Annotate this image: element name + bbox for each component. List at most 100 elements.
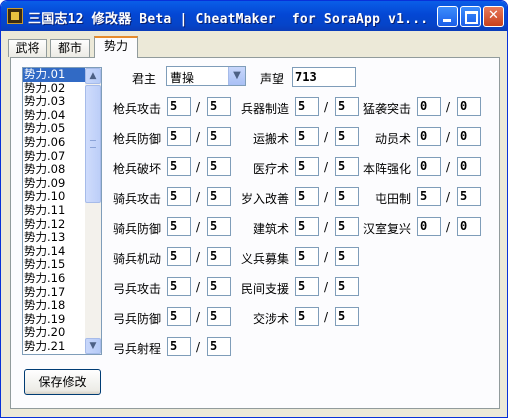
stat-label: 骑兵攻击 [112, 192, 161, 206]
stat-current-input[interactable]: 5 [295, 187, 319, 206]
stat-max-input[interactable]: 5 [207, 307, 231, 326]
title-bar[interactable]: 三国志12 修改器 Beta | CheatMaker for SoraApp … [1, 1, 507, 31]
tab-cities[interactable]: 都市 [50, 39, 90, 57]
stat-label: 本阵强化 [362, 162, 411, 176]
stat-label: 医疗术 [252, 162, 289, 176]
stat-current-input[interactable]: 5 [167, 247, 191, 266]
tab-factions[interactable]: 势力 [94, 36, 138, 58]
dropdown-arrow-icon[interactable]: ▼ [228, 67, 245, 85]
stat-label: 屯田制 [374, 192, 411, 206]
list-scrollbar[interactable]: ▲ ▼ [85, 68, 101, 354]
stat-current-input[interactable]: 5 [167, 217, 191, 236]
stat-separator: / [196, 220, 201, 234]
stat-label: 骑兵机动 [112, 252, 161, 266]
scroll-down-icon: ▼ [89, 341, 97, 351]
scroll-up-button[interactable]: ▲ [85, 68, 101, 84]
stat-separator: / [446, 130, 451, 144]
scroll-thumb[interactable] [85, 85, 101, 203]
stat-current-input[interactable]: 5 [295, 97, 319, 116]
stat-label: 建筑术 [252, 222, 289, 236]
fame-input[interactable]: 713 [292, 67, 356, 87]
maximize-button[interactable] [460, 6, 481, 27]
stat-separator: / [446, 220, 451, 234]
stat-current-input[interactable]: 5 [295, 307, 319, 326]
stat-current-input[interactable]: 0 [417, 217, 441, 236]
stat-separator: / [446, 100, 451, 114]
stat-max-input[interactable]: 0 [457, 157, 481, 176]
stat-current-input[interactable]: 5 [295, 247, 319, 266]
stat-max-input[interactable]: 5 [335, 307, 359, 326]
stat-label: 义兵募集 [240, 252, 289, 266]
stat-separator: / [324, 220, 329, 234]
stat-current-input[interactable]: 0 [417, 97, 441, 116]
stat-label: 民间支援 [240, 282, 289, 296]
stat-separator: / [446, 160, 451, 174]
stat-current-input[interactable]: 5 [295, 127, 319, 146]
stat-separator: / [324, 160, 329, 174]
stat-current-input[interactable]: 5 [295, 217, 319, 236]
stat-current-input[interactable]: 5 [417, 187, 441, 206]
stat-separator: / [196, 250, 201, 264]
lord-label: 君主 [132, 72, 157, 86]
stat-max-input[interactable]: 0 [457, 217, 481, 236]
stat-separator: / [324, 190, 329, 204]
stat-separator: / [196, 160, 201, 174]
stat-separator: / [446, 190, 451, 204]
stat-label: 弓兵射程 [112, 342, 161, 356]
stat-max-input[interactable]: 5 [207, 157, 231, 176]
close-icon: ✕ [488, 8, 499, 23]
save-button[interactable]: 保存修改 [24, 369, 101, 395]
stat-separator: / [196, 280, 201, 294]
tab-generals[interactable]: 武将 [8, 39, 47, 57]
app-icon [7, 8, 23, 24]
stat-current-input[interactable]: 5 [167, 127, 191, 146]
faction-list[interactable]: 势力.01 势力.02 势力.03 势力.04 势力.05 势力.06 势力.07 势力.08… [22, 67, 102, 355]
stat-current-input[interactable]: 0 [417, 157, 441, 176]
stat-label: 枪兵攻击 [112, 102, 161, 116]
stat-separator: / [324, 130, 329, 144]
stat-current-input[interactable]: 5 [167, 277, 191, 296]
stat-current-input[interactable]: 5 [167, 337, 191, 356]
stat-separator: / [196, 190, 201, 204]
stat-separator: / [196, 310, 201, 324]
stat-label: 汉室复兴 [362, 222, 411, 236]
stat-current-input[interactable]: 5 [167, 307, 191, 326]
minimize-button[interactable] [437, 6, 458, 27]
scroll-up-icon: ▲ [89, 71, 97, 81]
stat-current-input[interactable]: 5 [167, 97, 191, 116]
stat-current-input[interactable]: 5 [167, 157, 191, 176]
stat-separator: / [324, 280, 329, 294]
stat-max-input[interactable]: 5 [207, 247, 231, 266]
stat-max-input[interactable]: 0 [457, 127, 481, 146]
stat-label: 岁入改善 [240, 192, 289, 206]
stat-max-input[interactable]: 5 [207, 337, 231, 356]
stat-label: 弓兵防御 [112, 312, 161, 326]
stat-max-input[interactable]: 5 [207, 127, 231, 146]
stat-max-input[interactable]: 5 [457, 187, 481, 206]
stat-label: 交涉术 [252, 312, 289, 326]
stat-max-input[interactable]: 0 [457, 97, 481, 116]
window-title: 三国志12 修改器 Beta | CheatMaker for SoraApp … [28, 12, 429, 27]
stat-current-input[interactable]: 5 [295, 157, 319, 176]
stat-separator: / [196, 100, 201, 114]
stat-separator: / [324, 250, 329, 264]
stat-max-input[interactable]: 5 [207, 97, 231, 116]
stat-max-input[interactable]: 5 [207, 277, 231, 296]
stat-separator: / [196, 130, 201, 144]
lord-select-value: 曹操 [170, 71, 195, 85]
stat-max-input[interactable]: 5 [335, 247, 359, 266]
stat-label: 枪兵破坏 [112, 162, 161, 176]
stat-max-input[interactable]: 5 [335, 277, 359, 296]
stat-separator: / [324, 310, 329, 324]
stat-current-input[interactable]: 0 [417, 127, 441, 146]
close-button[interactable]: ✕ [483, 6, 504, 27]
stat-current-input[interactable]: 5 [295, 277, 319, 296]
stat-max-input[interactable]: 5 [207, 187, 231, 206]
scroll-down-button[interactable]: ▼ [85, 338, 101, 354]
stat-label: 猛袭突击 [362, 102, 411, 116]
stat-label: 弓兵攻击 [112, 282, 161, 296]
stat-current-input[interactable]: 5 [167, 187, 191, 206]
stat-max-input[interactable]: 5 [207, 217, 231, 236]
stat-label: 动员术 [374, 132, 411, 146]
lord-select[interactable]: 曹操 ▼ [166, 66, 246, 86]
